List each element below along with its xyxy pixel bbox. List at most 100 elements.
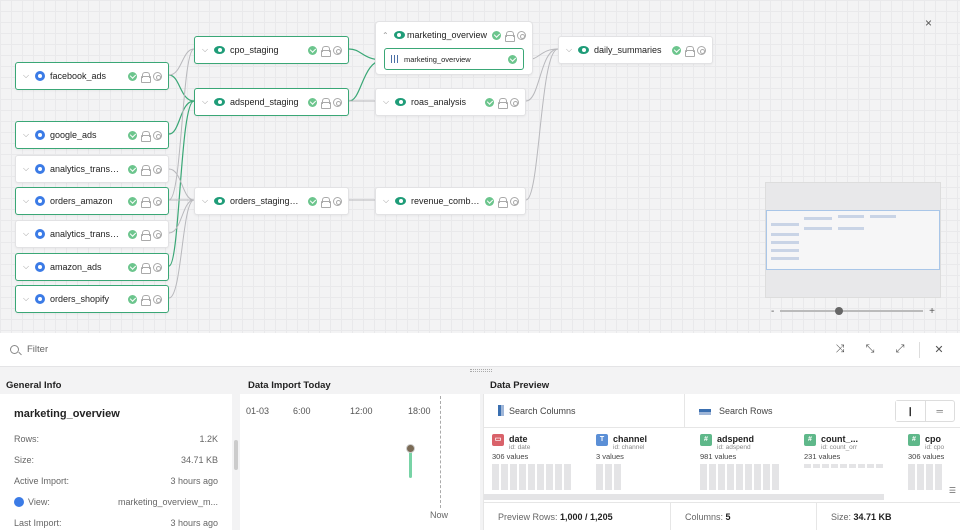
lock-icon[interactable]: [141, 294, 151, 306]
zoom-slider-handle[interactable]: [834, 307, 843, 315]
minimap-node: [804, 217, 832, 220]
column-view-icon[interactable]: ❙: [896, 400, 926, 421]
chevron-down-icon[interactable]: ⌵: [201, 196, 209, 206]
chevron-up-icon[interactable]: ⌃: [382, 31, 389, 40]
lock-icon[interactable]: [321, 196, 331, 208]
node-revenue-combined[interactable]: ⌵ revenue_combined: [375, 187, 526, 215]
lock-icon[interactable]: [141, 262, 151, 274]
node-cpo-staging[interactable]: ⌵ cpo_staging: [194, 36, 349, 64]
column-card-channel[interactable]: T channel id: channel 3 values: [596, 434, 700, 494]
node-orders-shopify[interactable]: ⌵ orders_shopify: [15, 285, 169, 313]
filter-icon[interactable]: ☰: [949, 486, 956, 495]
chevron-down-icon[interactable]: ⌵: [22, 229, 30, 239]
settings-icon[interactable]: [333, 97, 342, 107]
lock-icon[interactable]: [141, 196, 151, 208]
search-rows-input[interactable]: Search Rows: [684, 393, 895, 428]
chevron-down-icon[interactable]: ⌵: [201, 97, 209, 107]
search-columns-input[interactable]: Search Columns: [484, 405, 684, 416]
chevron-down-icon[interactable]: ⌵: [22, 130, 30, 140]
lock-icon[interactable]: [505, 30, 515, 42]
info-value[interactable]: marketing_overview_m...: [118, 497, 218, 507]
close-panel-button[interactable]: ✕: [928, 343, 950, 356]
close-icon[interactable]: ×: [925, 16, 932, 30]
lock-icon[interactable]: [321, 45, 331, 57]
lock-icon[interactable]: [498, 196, 508, 208]
scrollbar[interactable]: [234, 440, 238, 470]
settings-icon[interactable]: [153, 229, 162, 239]
lock-icon[interactable]: [321, 97, 331, 109]
settings-icon[interactable]: [510, 196, 519, 206]
node-marketing-overview-table[interactable]: marketing_overview: [384, 48, 524, 70]
row-view-icon[interactable]: ═: [926, 401, 955, 421]
node-google-ads[interactable]: ⌵ google_ads: [15, 121, 169, 149]
settings-icon[interactable]: [153, 294, 162, 304]
node-label: analytics_transact...: [50, 164, 123, 174]
minimap-node: [870, 215, 896, 218]
resize-handle[interactable]: [470, 369, 492, 372]
settings-icon[interactable]: [517, 30, 526, 40]
view-toggle[interactable]: ❙ ═: [895, 399, 955, 422]
settings-icon[interactable]: [510, 97, 519, 107]
node-label: amazon_ads: [50, 262, 102, 272]
column-card-cpo[interactable]: # cpo id: cpo 306 values: [908, 434, 958, 494]
chevron-down-icon[interactable]: ⌵: [565, 45, 573, 55]
lock-icon[interactable]: [141, 130, 151, 142]
import-bar[interactable]: [409, 452, 412, 478]
timeline-tick: 12:00: [350, 406, 373, 416]
column-card-count-orders[interactable]: # count_... id: count_orr 231 values: [804, 434, 908, 494]
expand-icon[interactable]: ⤢: [889, 343, 911, 356]
check-icon: [308, 196, 317, 206]
horizontal-scrollbar[interactable]: [484, 494, 884, 500]
node-marketing-overview-group[interactable]: ⌃ marketing_overview marketing_overview: [375, 21, 533, 75]
node-daily-summaries[interactable]: ⌵ daily_summaries: [558, 36, 713, 64]
chevron-down-icon[interactable]: ⌵: [22, 164, 30, 174]
info-key: Active Import:: [14, 475, 70, 486]
lock-icon[interactable]: [141, 229, 151, 241]
value-distribution: [596, 464, 700, 490]
chevron-down-icon[interactable]: ⌵: [201, 45, 209, 55]
settings-icon[interactable]: [153, 262, 162, 272]
settings-icon[interactable]: [333, 45, 342, 55]
node-analytics-transactions-1[interactable]: ⌵ analytics_transact...: [15, 155, 169, 183]
lock-icon[interactable]: [141, 71, 151, 83]
view-icon: [393, 31, 406, 39]
settings-icon[interactable]: [153, 196, 162, 206]
lock-icon[interactable]: [685, 45, 695, 57]
chevron-down-icon[interactable]: ⌵: [382, 196, 390, 206]
source-icon: [35, 294, 45, 304]
node-orders-staging[interactable]: ⌵ orders_staging_coh...: [194, 187, 349, 215]
chevron-down-icon[interactable]: ⌵: [22, 196, 30, 206]
info-value: 34.71 KB: [180, 454, 218, 465]
shuffle-icon[interactable]: ⤨: [829, 343, 851, 356]
node-analytics-transactions-2[interactable]: ⌵ analytics_transact...: [15, 220, 169, 248]
settings-icon[interactable]: [333, 196, 342, 206]
settings-icon[interactable]: [697, 45, 706, 55]
zoom-in-button[interactable]: +: [929, 306, 935, 317]
zoom-slider[interactable]: [780, 307, 924, 315]
zoom-out-button[interactable]: -: [771, 306, 774, 317]
collapse-icon[interactable]: ⤡: [859, 343, 881, 356]
node-facebook-ads[interactable]: ⌵ facebook_ads: [15, 62, 169, 90]
lock-icon[interactable]: [498, 97, 508, 109]
column-card-adspend[interactable]: # adspend id: adspend 981 values: [700, 434, 804, 494]
lineage-canvas[interactable]: ⌵ facebook_ads ⌵ google_ads ⌵ analytics_…: [0, 0, 960, 333]
node-roas-analysis[interactable]: ⌵ roas_analysis: [375, 88, 526, 116]
minimap[interactable]: [765, 182, 941, 298]
chevron-down-icon[interactable]: ⌵: [382, 97, 390, 107]
chevron-down-icon[interactable]: ⌵: [22, 294, 30, 304]
column-card-date[interactable]: ▭ date id: date 306 values: [492, 434, 596, 494]
minimap-viewport[interactable]: [766, 210, 940, 270]
lock-icon[interactable]: [141, 164, 151, 176]
node-amazon-ads[interactable]: ⌵ amazon_ads: [15, 253, 169, 281]
settings-icon[interactable]: [153, 164, 162, 174]
node-orders-amazon[interactable]: ⌵ orders_amazon: [15, 187, 169, 215]
filter-input[interactable]: Filter: [27, 344, 821, 355]
chevron-down-icon[interactable]: ⌵: [22, 262, 30, 272]
node-adspend-staging[interactable]: ⌵ adspend_staging: [194, 88, 349, 116]
settings-icon[interactable]: [153, 71, 162, 81]
data-preview-heading: Data Preview: [490, 380, 550, 391]
column-name: cpo: [925, 434, 942, 444]
zoom-control[interactable]: - +: [765, 302, 941, 320]
settings-icon[interactable]: [153, 130, 162, 140]
chevron-down-icon[interactable]: ⌵: [22, 71, 30, 81]
